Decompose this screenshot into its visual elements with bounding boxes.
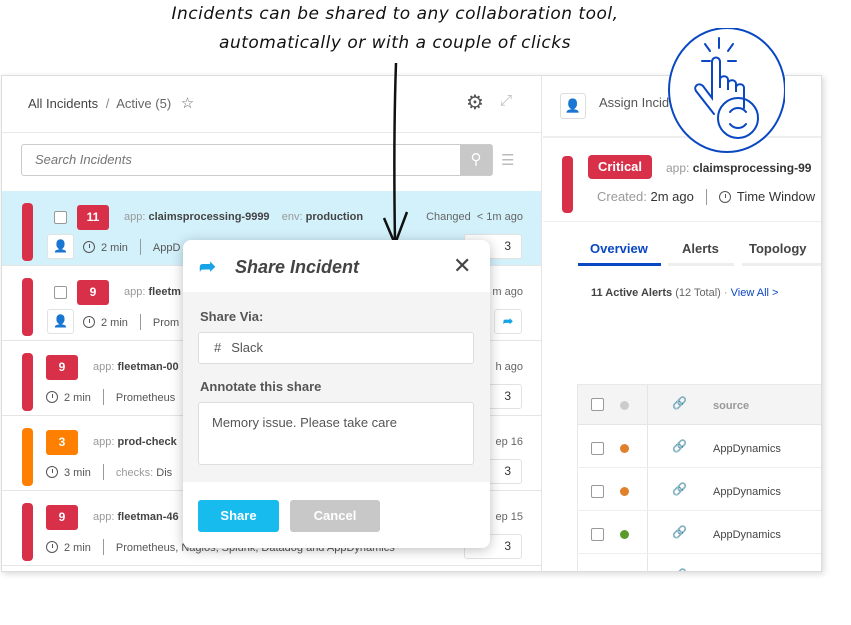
alert-count-badge: 9 <box>77 280 109 305</box>
assign-button[interactable]: 👤 <box>47 234 74 259</box>
severity-bar <box>562 156 573 213</box>
close-icon[interactable]: ✕ <box>453 253 471 279</box>
alert-source: AppDynamics <box>713 443 781 455</box>
alert-count-badge: 11 <box>77 205 109 230</box>
breadcrumb-separator: / <box>105 96 110 111</box>
share-via-select[interactable]: # Slack <box>198 332 474 364</box>
list-view-icon[interactable]: ☰ <box>501 151 514 169</box>
alert-count-badge: 9 <box>46 355 78 380</box>
alert-source: AppDynamics <box>713 529 781 541</box>
annotate-label: Annotate this share <box>200 379 322 394</box>
select-all-checkbox[interactable] <box>591 398 604 411</box>
changed-time: h ago <box>495 361 523 373</box>
changed-time: m ago <box>492 286 523 298</box>
severity-bar <box>22 353 33 411</box>
alert-row[interactable]: 🔗 AppDynamics <box>577 554 821 572</box>
annotation-arrow <box>382 62 409 248</box>
gear-icon[interactable]: ⚙ <box>466 90 484 115</box>
breadcrumb-active: Active (5) <box>116 96 172 111</box>
clock-icon <box>46 391 58 403</box>
annotation-line-1: Incidents can be shared to any collabora… <box>171 4 619 24</box>
changed-time: ep 15 <box>495 511 523 523</box>
changed-time: ep 16 <box>495 436 523 448</box>
tab-alerts[interactable]: Alerts <box>682 241 719 256</box>
assign-incident-button[interactable]: 👤 <box>560 93 586 119</box>
clock-icon <box>46 466 58 478</box>
search-bar: ⚲ <box>21 144 493 176</box>
tab-overview[interactable]: Overview <box>590 241 648 256</box>
incident-app: app: fleetman-46 <box>93 511 179 523</box>
incident-meta: 2 min Prom <box>83 314 179 330</box>
status-dot <box>620 444 629 453</box>
alert-count-badge: 9 <box>46 505 78 530</box>
incident-app: app: prod-check <box>93 436 177 448</box>
severity-bar <box>22 428 33 486</box>
star-icon[interactable]: ☆ <box>181 95 194 112</box>
search-icon: ⚲ <box>470 151 482 168</box>
slack-icon: # <box>214 340 222 355</box>
alert-row[interactable]: 🔗 AppDynamics <box>577 468 821 511</box>
add-user-icon: 👤 <box>53 239 68 253</box>
breadcrumb: All Incidents / Active (5) ☆ <box>28 94 194 112</box>
incident-checkbox[interactable] <box>54 211 67 224</box>
alert-row[interactable]: 🔗 AppDynamics <box>577 425 821 468</box>
alerts-table-header <box>578 385 821 425</box>
link-icon[interactable]: 🔗 <box>672 525 687 539</box>
share-incident-button[interactable]: ➦ <box>494 309 522 334</box>
modal-title: Share Incident <box>235 257 360 277</box>
incident-checkbox[interactable] <box>54 286 67 299</box>
link-icon: 🔗 <box>672 396 687 410</box>
column-source[interactable]: source <box>713 400 749 412</box>
incident-app: app: claimsprocessing-9999 env: producti… <box>124 211 364 223</box>
alerts-summary: 11 Active Alerts (12 Total) · View All > <box>591 287 779 299</box>
assign-button[interactable]: 👤 <box>47 309 74 334</box>
clock-icon <box>83 316 95 328</box>
status-dot <box>620 487 629 496</box>
changed-time: Changed < 1m ago <box>426 211 523 223</box>
alert-checkbox[interactable] <box>591 571 604 572</box>
detail-meta: Created: 2m ago Time Window <box>597 189 816 205</box>
incident-meta: 2 min Prometheus <box>46 389 175 405</box>
severity-badge: Critical <box>588 155 652 179</box>
link-icon[interactable]: 🔗 <box>672 439 687 453</box>
expand-icon[interactable]: ⤢ <box>500 92 512 109</box>
add-user-icon: 👤 <box>53 314 68 328</box>
share-icon: ➦ <box>502 314 514 328</box>
cancel-button[interactable]: Cancel <box>290 500 380 532</box>
incident-meta: 2 min AppD <box>83 239 180 255</box>
share-icon: ➦ <box>199 256 216 278</box>
clock-icon <box>718 191 731 203</box>
status-header-dot <box>620 401 629 410</box>
clock-icon <box>83 241 95 253</box>
detail-app: app: claimsprocessing-99 <box>666 161 812 175</box>
incident-meta: 3 min checks: Dis <box>46 464 172 480</box>
alert-checkbox[interactable] <box>591 485 604 498</box>
annotate-textarea[interactable]: Memory issue. Please take care <box>198 402 474 465</box>
share-button[interactable]: Share <box>198 500 279 532</box>
severity-bar <box>22 503 33 561</box>
share-via-label: Share Via: <box>200 309 264 324</box>
click-hand-icon <box>668 28 785 153</box>
incident-app: app: fleetman-00 <box>93 361 179 373</box>
alert-source: AppDynamics <box>713 486 781 498</box>
alert-row[interactable]: 🔗 AppDynamics <box>577 511 821 554</box>
search-button[interactable]: ⚲ <box>460 145 492 175</box>
alert-checkbox[interactable] <box>591 442 604 455</box>
tab-topology[interactable]: Topology <box>749 241 807 256</box>
clock-icon <box>46 541 58 553</box>
view-all-link[interactable]: View All > <box>731 287 779 299</box>
link-icon[interactable]: 🔗 <box>672 568 687 571</box>
alert-count-badge: 3 <box>46 430 78 455</box>
alert-checkbox[interactable] <box>591 528 604 541</box>
add-user-icon: 👤 <box>564 98 582 113</box>
share-incident-modal: ➦ Share Incident ✕ Share Via: # Slack Ann… <box>183 240 490 548</box>
incident-app: app: fleetm <box>124 286 181 298</box>
severity-bar <box>22 278 33 336</box>
link-icon[interactable]: 🔗 <box>672 482 687 496</box>
modal-body: Share Via: # Slack Annotate this share Me… <box>183 292 490 482</box>
status-dot <box>620 530 629 539</box>
breadcrumb-all-incidents[interactable]: All Incidents <box>28 96 98 111</box>
severity-bar <box>22 203 33 261</box>
